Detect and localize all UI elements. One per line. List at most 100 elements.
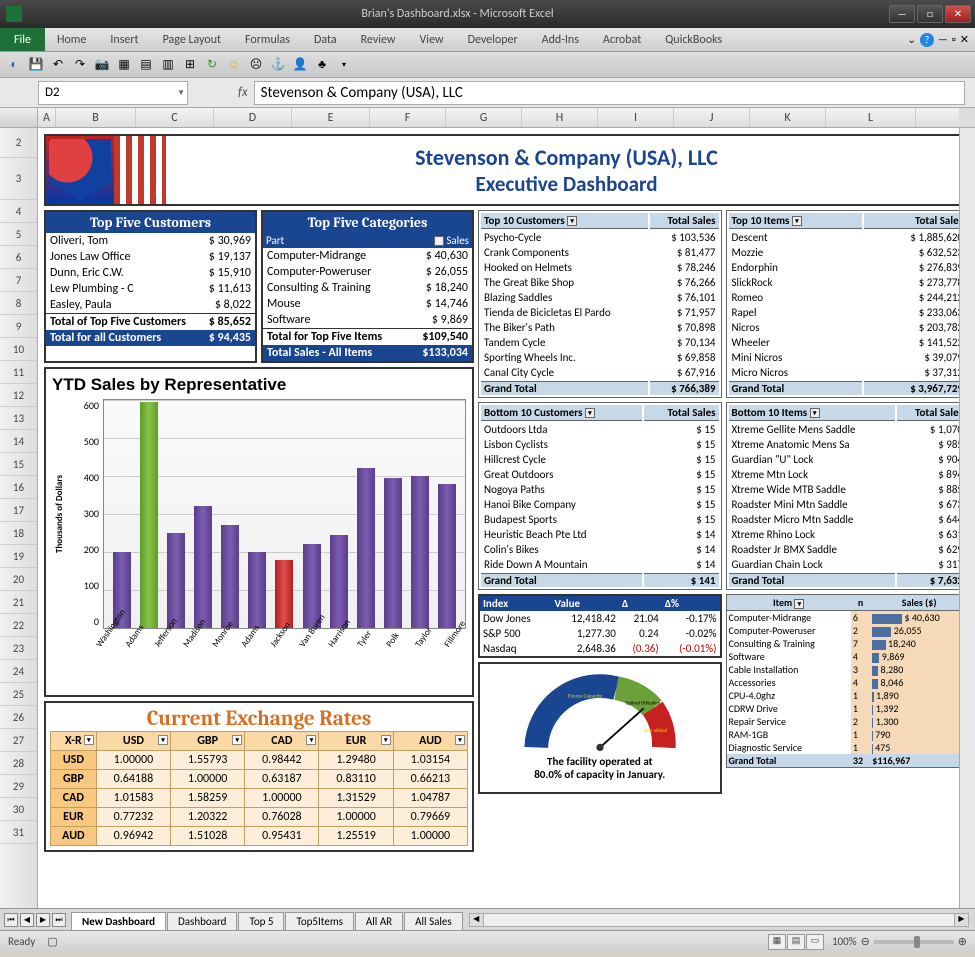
select-all-button[interactable] xyxy=(0,108,38,127)
sheet-tab[interactable]: Dashboard xyxy=(167,912,237,930)
qat-person-icon[interactable]: 👤 xyxy=(292,57,308,73)
sheet-tab[interactable]: Top5Items xyxy=(285,912,353,930)
ribbon-customize-icon[interactable]: ⌄ xyxy=(908,33,916,46)
row-header[interactable]: 3 xyxy=(0,158,37,200)
row-header[interactable]: 29 xyxy=(0,775,37,798)
col-header-E[interactable]: E xyxy=(292,108,370,127)
doc-minimize-icon[interactable]: — xyxy=(938,33,948,46)
help-icon[interactable]: ? xyxy=(920,33,934,47)
tab-acrobat[interactable]: Acrobat xyxy=(591,33,653,47)
filter-icon[interactable]: ▾ xyxy=(158,735,168,745)
filter-icon[interactable]: ▾ xyxy=(232,735,242,745)
col-header-C[interactable]: C xyxy=(136,108,214,127)
col-header-K[interactable]: K xyxy=(750,108,826,127)
filter-icon[interactable]: ▾ xyxy=(455,735,465,745)
macro-record-icon[interactable]: ▢ xyxy=(47,935,57,948)
filter-icon[interactable]: ▾ xyxy=(810,408,820,418)
row-header[interactable]: 7 xyxy=(0,269,37,292)
filter-icon[interactable]: ▾ xyxy=(794,599,804,609)
row-header[interactable]: 27 xyxy=(0,729,37,752)
qat-camera-icon[interactable]: 📷 xyxy=(94,57,110,73)
tab-view[interactable]: View xyxy=(408,33,456,47)
tab-formulas[interactable]: Formulas xyxy=(233,33,302,47)
row-header[interactable]: 22 xyxy=(0,614,37,637)
col-header-G[interactable]: G xyxy=(446,108,522,127)
qat-icon-2[interactable]: ▤ xyxy=(138,57,154,73)
close-button[interactable]: ✕ xyxy=(945,5,971,23)
row-header[interactable]: 6 xyxy=(0,246,37,269)
tab-home[interactable]: Home xyxy=(45,33,98,47)
sheet-tab[interactable]: All AR xyxy=(355,912,403,930)
qat-refresh-icon[interactable]: ↻ xyxy=(204,57,220,73)
row-header[interactable]: 25 xyxy=(0,683,37,706)
row-header[interactable]: 4 xyxy=(0,200,37,223)
zoom-level[interactable]: 100% xyxy=(832,935,857,948)
sheet-tab[interactable]: All Sales xyxy=(404,912,463,930)
filter-icon[interactable]: ▾ xyxy=(381,735,391,745)
sheet-tab[interactable]: New Dashboard xyxy=(71,912,166,930)
col-header-J[interactable]: J xyxy=(674,108,750,127)
row-header[interactable]: 30 xyxy=(0,798,37,821)
sheet-tab[interactable]: Top 5 xyxy=(238,912,284,930)
qat-tree-icon[interactable]: ♣ xyxy=(314,57,330,73)
page-layout-view-button[interactable]: ▤ xyxy=(787,934,805,950)
row-header[interactable]: 8 xyxy=(0,292,37,315)
row-header[interactable]: 23 xyxy=(0,637,37,660)
name-box-dropdown-icon[interactable]: ▼ xyxy=(177,88,185,98)
row-header[interactable]: 26 xyxy=(0,706,37,729)
normal-view-button[interactable]: ▦ xyxy=(768,934,786,950)
qat-icon-1[interactable]: ▦ xyxy=(116,57,132,73)
col-header-H[interactable]: H xyxy=(522,108,598,127)
row-header[interactable]: 5 xyxy=(0,223,37,246)
doc-restore-icon[interactable]: ▫ xyxy=(952,33,956,46)
row-header[interactable]: 10 xyxy=(0,338,37,361)
filter-icon[interactable]: ▾ xyxy=(585,408,595,418)
col-header-I[interactable]: I xyxy=(598,108,674,127)
filter-icon[interactable]: ▾ xyxy=(84,735,94,745)
name-box[interactable]: D2 ▼ xyxy=(38,81,188,105)
row-header[interactable]: 28 xyxy=(0,752,37,775)
qat-icon-3[interactable]: ▥ xyxy=(160,57,176,73)
row-header[interactable]: 31 xyxy=(0,821,37,844)
row-header[interactable]: 20 xyxy=(0,568,37,591)
tab-addins[interactable]: Add-Ins xyxy=(530,33,591,47)
zoom-slider[interactable] xyxy=(874,940,954,944)
col-header-L[interactable]: L xyxy=(826,108,916,127)
row-header[interactable]: 21 xyxy=(0,591,37,614)
vertical-scrollbar[interactable] xyxy=(959,128,975,908)
row-header[interactable]: 11 xyxy=(0,361,37,384)
row-header[interactable]: 14 xyxy=(0,430,37,453)
zoom-out-button[interactable]: ⊖ xyxy=(861,935,870,948)
col-header-B[interactable]: B xyxy=(56,108,136,127)
doc-close-icon[interactable]: ✕ xyxy=(960,33,969,46)
filter-icon[interactable]: ▾ xyxy=(792,216,802,226)
qat-sad-icon[interactable]: ☹ xyxy=(248,57,264,73)
col-header-D[interactable]: D xyxy=(214,108,292,127)
filter-icon[interactable]: ▾ xyxy=(567,216,577,226)
tab-page-layout[interactable]: Page Layout xyxy=(151,33,233,47)
minimize-button[interactable]: — xyxy=(889,5,915,23)
row-header[interactable]: 13 xyxy=(0,407,37,430)
tab-quickbooks[interactable]: QuickBooks xyxy=(653,33,734,47)
page-break-view-button[interactable]: ▭ xyxy=(806,934,824,950)
tab-nav-prev[interactable]: ◀ xyxy=(20,913,34,927)
zoom-in-button[interactable]: ⊕ xyxy=(958,935,967,948)
worksheet[interactable]: Stevenson & Company (USA), LLC Executive… xyxy=(38,128,975,908)
qat-dropdown-icon[interactable]: ▾ xyxy=(336,57,352,73)
filter-icon[interactable]: ▾ xyxy=(434,236,444,246)
maximize-button[interactable]: □ xyxy=(917,5,943,23)
tab-nav-last[interactable]: ⏭ xyxy=(52,913,66,927)
row-header[interactable]: 18 xyxy=(0,522,37,545)
qat-save-icon[interactable]: 💾 xyxy=(28,57,44,73)
tab-nav-first[interactable]: ⏮ xyxy=(4,913,18,927)
row-header[interactable]: 24 xyxy=(0,660,37,683)
row-header[interactable]: 9 xyxy=(0,315,37,338)
qat-icon-4[interactable]: ⊞ xyxy=(182,57,198,73)
tab-data[interactable]: Data xyxy=(302,33,349,47)
file-tab[interactable]: File xyxy=(0,28,45,51)
tab-review[interactable]: Review xyxy=(349,33,408,47)
tab-developer[interactable]: Developer xyxy=(456,33,530,47)
row-header[interactable]: 16 xyxy=(0,476,37,499)
formula-bar[interactable]: Stevenson & Company (USA), LLC xyxy=(254,81,965,105)
row-header[interactable]: 2 xyxy=(0,128,37,158)
